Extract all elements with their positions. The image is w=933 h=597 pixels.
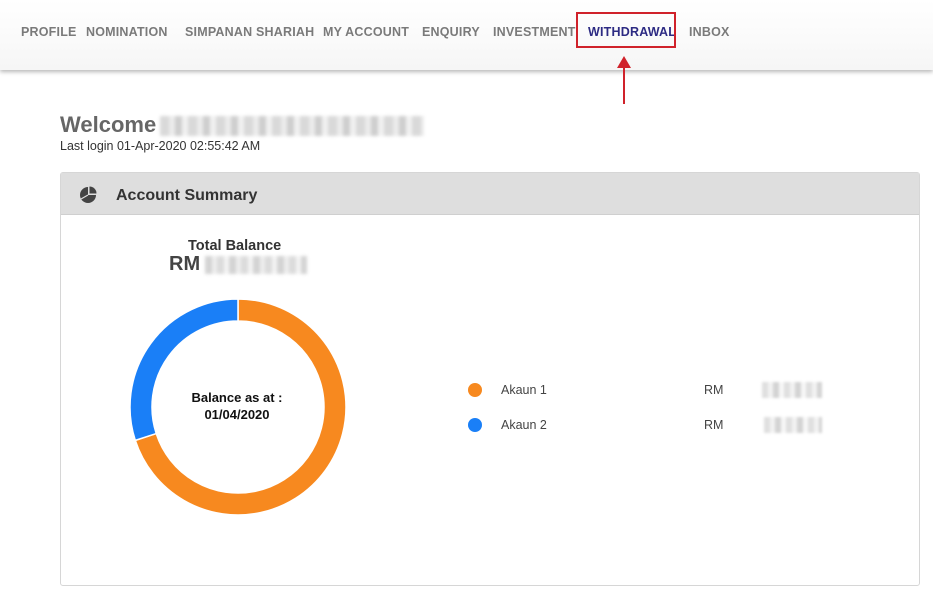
total-balance-currency: RM [169, 253, 201, 275]
welcome-heading: Welcome [60, 112, 157, 137]
nav-item-nomination[interactable]: NOMINATION [86, 25, 168, 39]
withdrawal-highlight-box [576, 12, 676, 48]
nav-item-simpanan-shariah[interactable]: SIMPANAN SHARIAH [185, 25, 314, 39]
nav-item-my-account[interactable]: MY ACCOUNT [323, 25, 409, 39]
nav-item-profile[interactable]: PROFILE [21, 25, 77, 39]
nav-item-investment[interactable]: INVESTMENT [493, 25, 576, 39]
legend-label-akaun-2: Akaun 2 [501, 418, 547, 432]
redacted-user-name [160, 116, 424, 136]
redacted-amount-akaun-2 [764, 417, 822, 433]
donut-center-label: Balance as at : 01/04/2020 [182, 389, 292, 423]
top-navigation: PROFILE NOMINATION SIMPANAN SHARIAH MY A… [0, 0, 933, 70]
legend-label-akaun-1: Akaun 1 [501, 383, 547, 397]
redacted-total-balance [205, 256, 307, 274]
annotation-arrow-icon [617, 56, 631, 104]
panel-header: Account Summary [61, 173, 919, 215]
legend-currency-akaun-1: RM [704, 383, 724, 397]
balance-date: 01/04/2020 [204, 407, 270, 422]
total-balance-label: Total Balance [188, 238, 282, 254]
legend-currency-akaun-2: RM [704, 418, 724, 432]
panel-title: Account Summary [116, 187, 258, 204]
nav-item-enquiry[interactable]: ENQUIRY [422, 25, 480, 39]
legend-dot-akaun-2 [468, 418, 482, 432]
balance-as-at-label: Balance as at : [191, 390, 283, 405]
last-login-text: Last login 01-Apr-2020 02:55:42 AM [60, 139, 261, 153]
pie-chart-icon [80, 186, 97, 203]
legend-dot-akaun-1 [468, 383, 482, 397]
nav-item-inbox[interactable]: INBOX [689, 25, 730, 39]
redacted-amount-akaun-1 [762, 382, 822, 398]
